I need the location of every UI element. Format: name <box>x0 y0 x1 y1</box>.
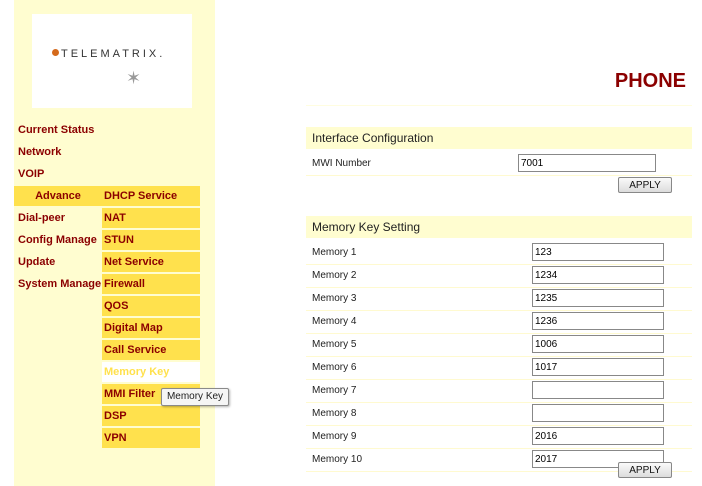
memory-key-tooltip: Memory Key <box>161 388 229 406</box>
section-title-memory-key: Memory Key Setting <box>306 216 692 238</box>
mwi-number-input[interactable] <box>518 154 656 172</box>
subnav-nat[interactable]: NAT <box>102 208 200 228</box>
memory-key-row: Memory 7 <box>306 380 692 403</box>
subnav-firewall[interactable]: Firewall <box>102 274 200 294</box>
memory-key-apply-button[interactable]: APPLY <box>618 462 672 478</box>
memory-key-label: Memory 9 <box>312 431 357 442</box>
memory-key-label: Memory 2 <box>312 270 357 281</box>
subnav-net-service[interactable]: Net Service <box>102 252 200 272</box>
interface-apply-button[interactable]: APPLY <box>618 177 672 193</box>
memory-key-label: Memory 7 <box>312 385 357 396</box>
sidebar-item-dial-peer[interactable]: Dial-peer <box>18 212 65 224</box>
logo-wordmark: TELEMATRIX. <box>52 48 165 60</box>
subnav-vpn[interactable]: VPN <box>102 428 200 448</box>
subnav-dsp[interactable]: DSP <box>102 406 200 426</box>
memory-key-input-2[interactable] <box>532 266 664 284</box>
memory-key-label: Memory 8 <box>312 408 357 419</box>
sidebar-item-current-status[interactable]: Current Status <box>18 124 94 136</box>
memory-key-section: Memory Key Setting Memory 1 Memory 2 Mem… <box>306 216 692 478</box>
memory-key-row: Memory 5 <box>306 334 692 357</box>
memory-key-label: Memory 6 <box>312 362 357 373</box>
memory-key-row: Memory 2 <box>306 265 692 288</box>
memory-key-input-7[interactable] <box>532 381 664 399</box>
memory-key-input-8[interactable] <box>532 404 664 422</box>
logo-star-icon: ✶ <box>126 68 142 88</box>
memory-key-label: Memory 4 <box>312 316 357 327</box>
logo-text: TELEMATRIX. <box>61 48 166 60</box>
subnav-dhcp-service[interactable]: DHCP Service <box>102 186 200 206</box>
memory-key-input-3[interactable] <box>532 289 664 307</box>
memory-key-input-9[interactable] <box>532 427 664 445</box>
memory-key-row: Memory 8 <box>306 403 692 426</box>
subnav-qos[interactable]: QOS <box>102 296 200 316</box>
mwi-label: MWI Number <box>312 158 371 169</box>
memory-key-row: Memory 1 <box>306 242 692 265</box>
subnav-digital-map[interactable]: Digital Map <box>102 318 200 338</box>
sidebar-item-update[interactable]: Update <box>18 256 55 268</box>
memory-key-row: Memory 6 <box>306 357 692 380</box>
logo-dot-icon <box>52 49 59 56</box>
subnav-stun[interactable]: STUN <box>102 230 200 250</box>
interface-configuration-section: Interface Configuration MWI Number APPLY <box>306 127 692 193</box>
mwi-row: MWI Number <box>306 153 692 176</box>
section-title-interface: Interface Configuration <box>306 127 692 149</box>
memory-key-input-4[interactable] <box>532 312 664 330</box>
sidebar-item-config-manage[interactable]: Config Manage <box>18 234 97 246</box>
divider <box>306 105 692 106</box>
memory-key-label: Memory 3 <box>312 293 357 304</box>
logo: TELEMATRIX. ✶ <box>32 14 192 108</box>
sidebar-item-voip[interactable]: VOIP <box>18 168 44 180</box>
advance-submenu: DHCP Service NAT STUN Net Service Firewa… <box>102 186 200 450</box>
memory-key-input-1[interactable] <box>532 243 664 261</box>
memory-key-input-6[interactable] <box>532 358 664 376</box>
subnav-call-service[interactable]: Call Service <box>102 340 200 360</box>
memory-key-label: Memory 5 <box>312 339 357 350</box>
sidebar-item-system-manage[interactable]: System Manage <box>18 278 101 290</box>
memory-key-row: Memory 3 <box>306 288 692 311</box>
page-title: PHONE <box>614 70 686 92</box>
memory-key-label: Memory 1 <box>312 247 357 258</box>
memory-key-label: Memory 10 <box>312 454 363 465</box>
memory-key-row: Memory 4 <box>306 311 692 334</box>
sidebar-item-advance[interactable]: Advance <box>14 186 102 206</box>
subnav-memory-key[interactable]: Memory Key <box>102 362 200 382</box>
memory-key-row: Memory 9 <box>306 426 692 449</box>
sidebar-item-network[interactable]: Network <box>18 146 61 158</box>
memory-key-list: Memory 1 Memory 2 Memory 3 Memory 4 Memo… <box>306 242 692 472</box>
memory-key-input-5[interactable] <box>532 335 664 353</box>
